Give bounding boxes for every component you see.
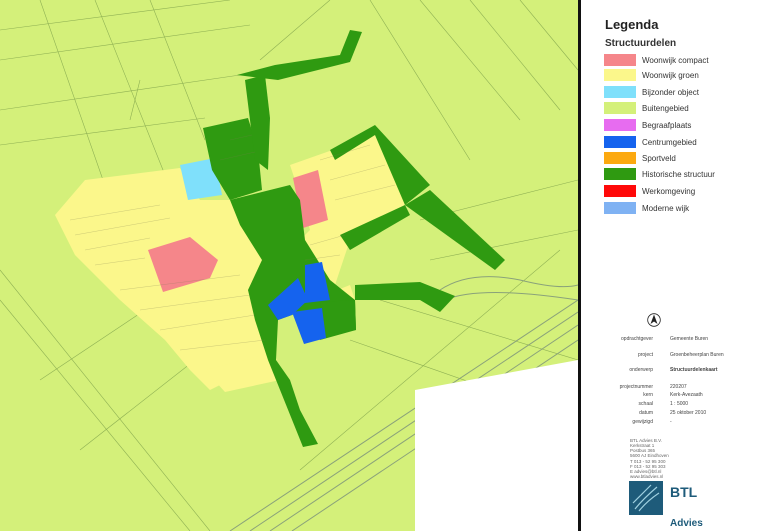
info-value-opdrachtgever: Gemeente Buren (670, 336, 709, 342)
legend-item-woonwijk-compact: Woonwijk compact (604, 53, 709, 67)
legend-label: Moderne wijk (642, 203, 690, 213)
legend-label: Buitengebied (642, 103, 689, 113)
legend-title: Legenda (605, 17, 659, 32)
address-line: www.btladvies.nl (630, 474, 664, 479)
legend-label: Werkomgeving (642, 186, 696, 196)
info-key-gewijzigd: gewijzigd (632, 419, 653, 425)
legend-item-woonwijk-groen: Woonwijk groen (604, 68, 699, 82)
legend-label: Woonwijk compact (642, 55, 709, 65)
info-key-project: project (637, 352, 653, 358)
legend-item-werkomgeving: Werkomgeving (604, 184, 695, 198)
legend-item-historische-structuur: Historische structuur (604, 167, 715, 181)
legend-panel: Legenda Structuurdelen Woonwijk compact … (583, 0, 776, 531)
info-value-schaal: 1 : 5000 (670, 401, 689, 407)
btl-logo-icon (629, 481, 663, 515)
legend-label: Historische structuur (642, 169, 715, 179)
legend-subtitle: Structuurdelen (605, 38, 677, 49)
legend-swatch (604, 202, 636, 214)
legend-swatch (604, 86, 636, 98)
legend-swatch (604, 69, 636, 81)
info-key-kern: kern (643, 392, 653, 398)
legend-item-sportveld: Sportveld (604, 151, 676, 165)
legend-item-begraafplaats: Begraafplaats (604, 118, 691, 132)
legend-swatch (604, 54, 636, 66)
info-value-projectnummer: 220207 (670, 384, 687, 390)
legend-item-moderne-wijk: Moderne wijk (604, 201, 689, 215)
info-key-schaal: schaal (638, 401, 653, 407)
info-value-kern: Kerk-Avezaath (670, 392, 703, 398)
legend-swatch (604, 119, 636, 131)
north-arrow-icon (647, 313, 661, 327)
legend-item-centrumgebied: Centrumgebied (604, 135, 697, 149)
legend-label: Bijzonder object (642, 87, 699, 97)
legend-label: Begraafplaats (642, 120, 692, 130)
legend-swatch (604, 185, 636, 197)
legend-label: Woonwijk groen (642, 70, 699, 80)
structure-map[interactable] (0, 0, 578, 531)
map-legend-divider (578, 0, 581, 531)
legend-label: Sportveld (642, 153, 676, 163)
map-svg (0, 0, 578, 531)
info-key-projectnummer: projectnummer (619, 384, 653, 390)
info-value-project: Groenbeheerplan Buren (670, 352, 724, 358)
brand-subtitle: Advies (670, 518, 703, 529)
info-value-gewijzigd: - (670, 419, 672, 425)
address-line: 5600 AJ Eindhoven (630, 453, 669, 458)
legend-swatch (604, 102, 636, 114)
brand-name: BTL (670, 484, 698, 500)
info-value-datum: 25 oktober 2010 (670, 410, 707, 416)
legend-swatch (604, 136, 636, 148)
info-key-onderwerp: onderwerp (629, 367, 653, 373)
legend-label: Centrumgebied (642, 137, 697, 147)
legend-swatch (604, 152, 636, 164)
info-key-opdrachtgever: opdrachtgever (621, 336, 653, 342)
info-key-datum: datum (639, 410, 653, 416)
legend-item-buitengebied: Buitengebied (604, 101, 689, 115)
legend-swatch (604, 168, 636, 180)
info-value-onderwerp: Structuurdelenkaart (670, 367, 718, 373)
legend-item-bijzonder-object: Bijzonder object (604, 85, 699, 99)
